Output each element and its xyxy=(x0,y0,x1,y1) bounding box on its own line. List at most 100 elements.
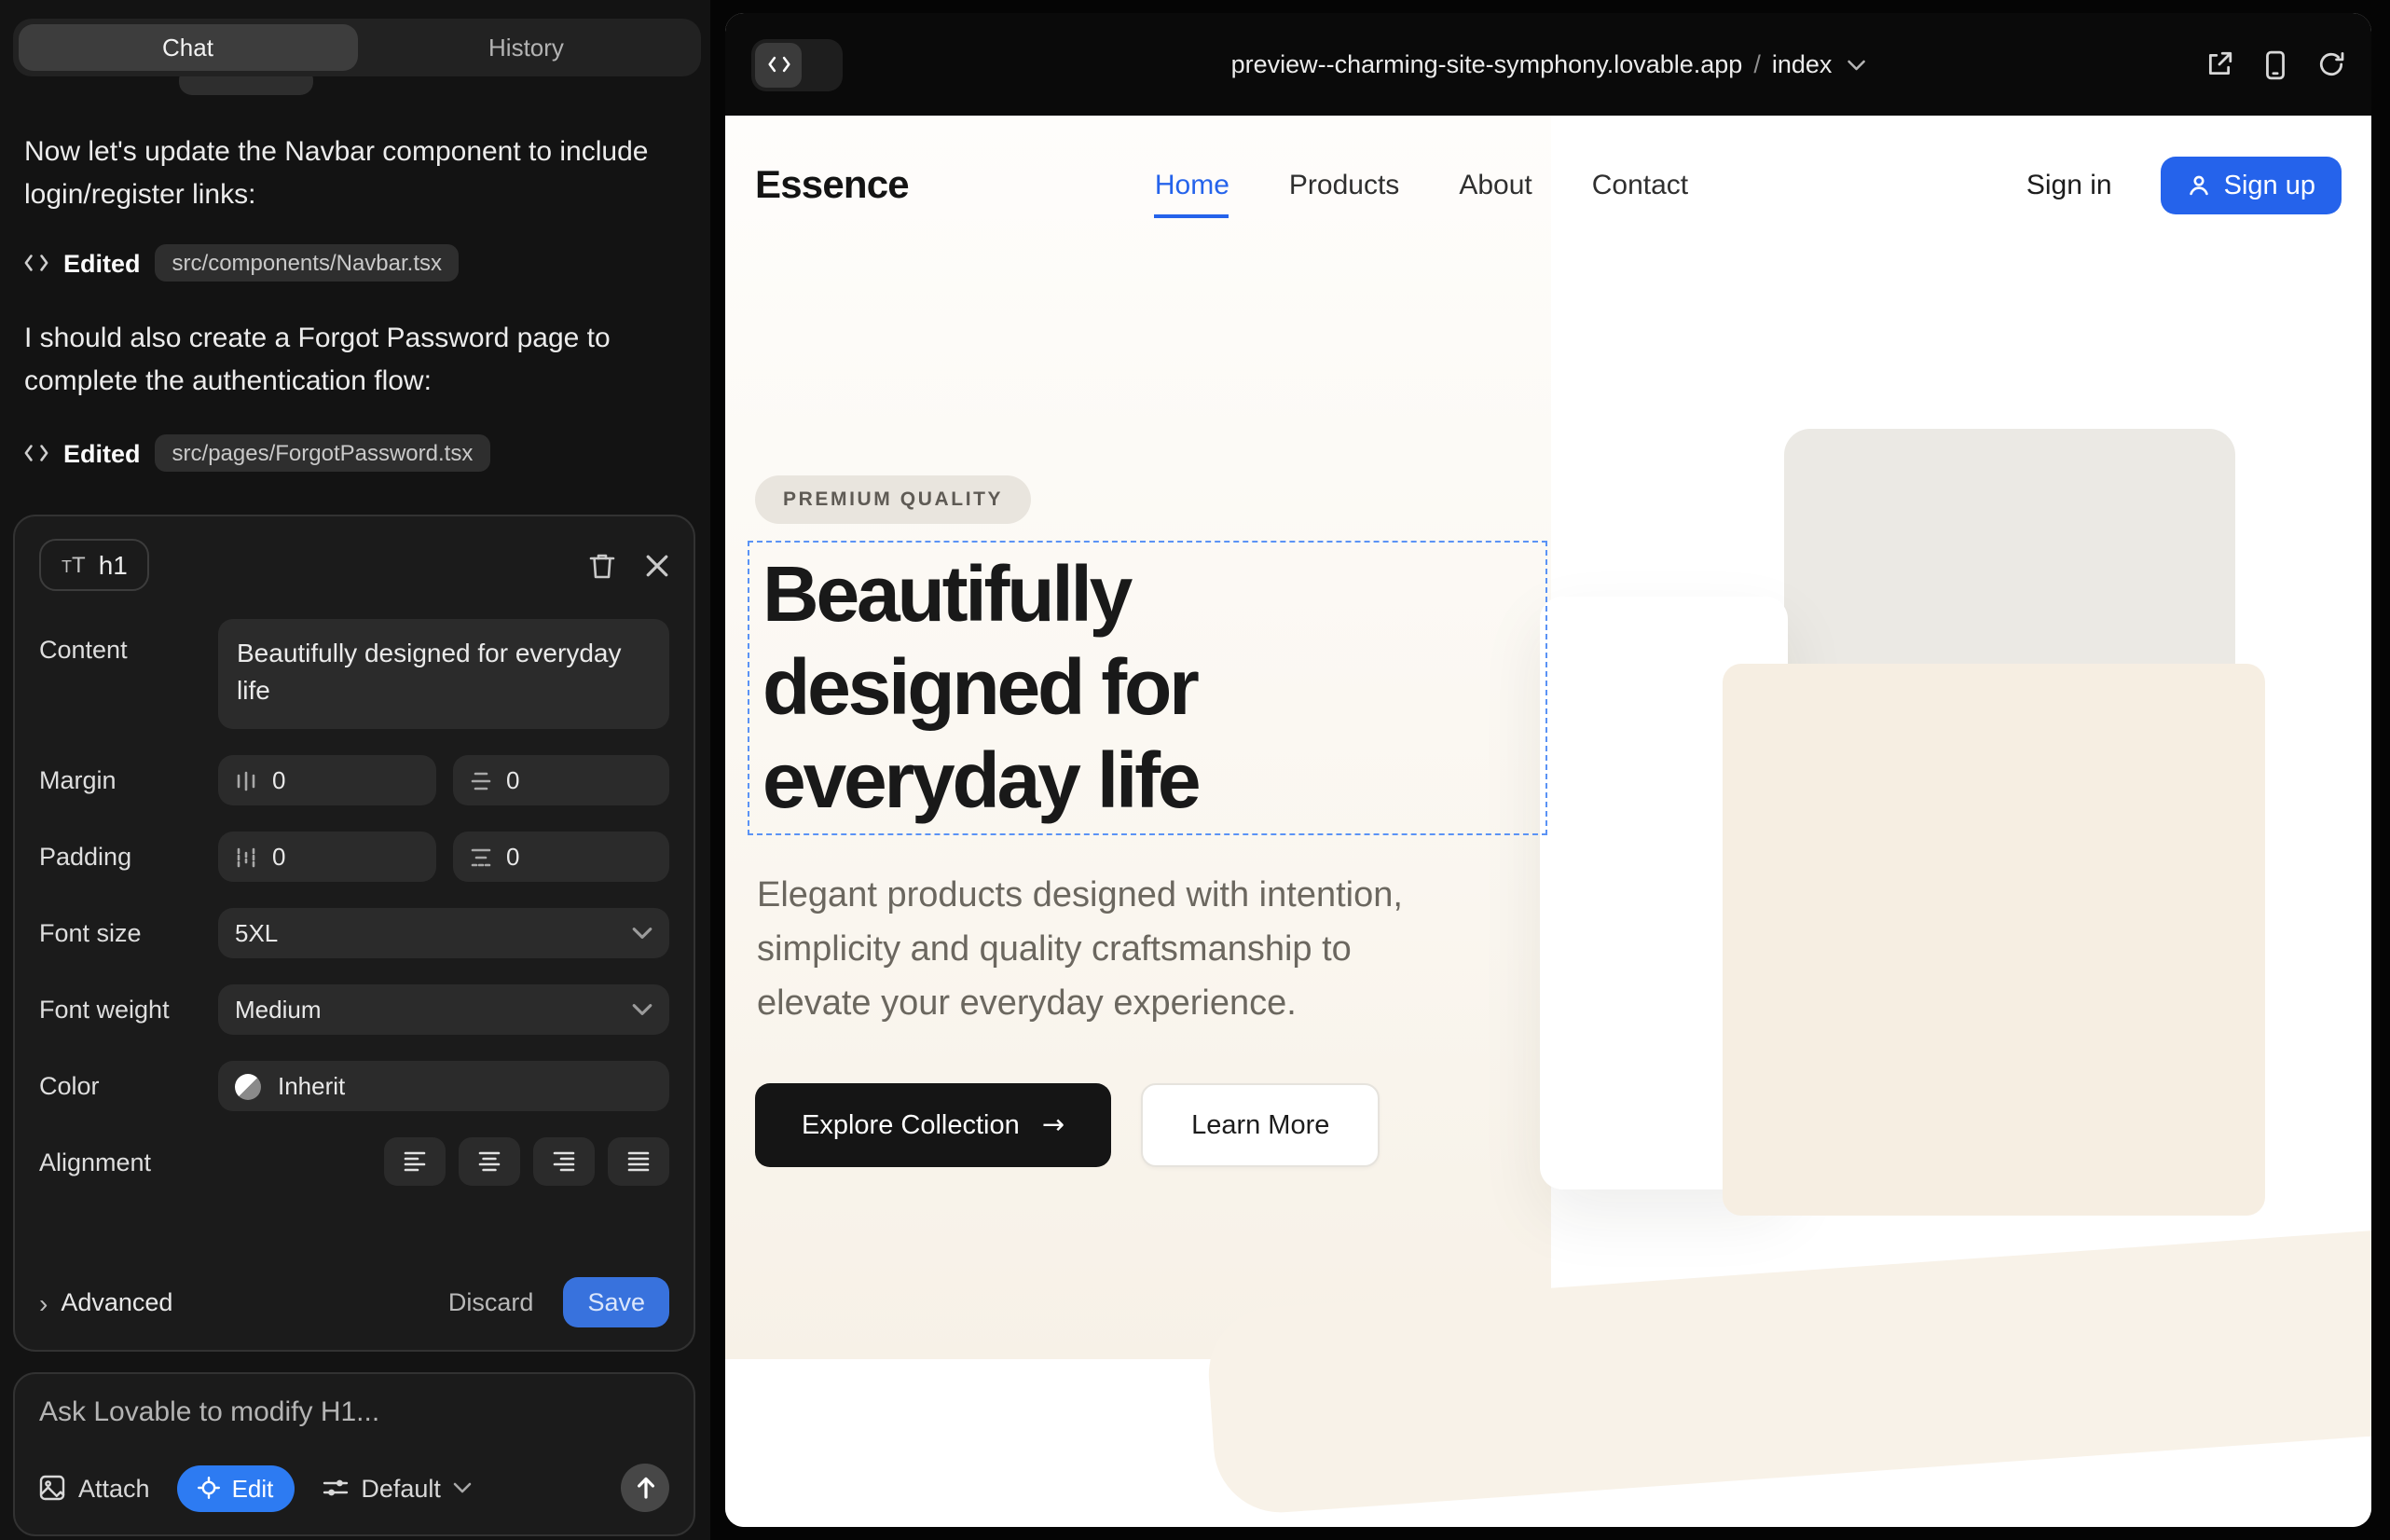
page-name: index xyxy=(1772,50,1833,78)
nav-link-contact[interactable]: Contact xyxy=(1592,170,1688,201)
chevron-down-icon xyxy=(632,1003,652,1016)
margin-y-icon xyxy=(469,769,491,791)
chat-composer: Attach Edit Default xyxy=(13,1372,695,1536)
app: Chat History Now let's update the Navbar… xyxy=(0,0,2390,1540)
element-editor-panel: TT h1 Content Beautifully designed for e… xyxy=(13,515,695,1352)
explore-collection-button[interactable]: Explore Collection → xyxy=(755,1083,1111,1167)
chat-message: I should also create a Forgot Password p… xyxy=(24,317,667,403)
sign-up-button[interactable]: Sign up xyxy=(2161,157,2342,214)
chevron-right-icon: › xyxy=(39,1287,48,1317)
nav-link-products[interactable]: Products xyxy=(1289,170,1399,201)
hero-badge: PREMIUM QUALITY xyxy=(755,475,1031,524)
padding-x-input[interactable]: 0 xyxy=(218,832,435,882)
code-icon xyxy=(755,42,802,87)
hero-cta-group: Explore Collection → Learn More xyxy=(755,1083,1380,1167)
alignment-row: Alignment xyxy=(39,1137,669,1186)
content-input[interactable]: Beautifully designed for everyday life xyxy=(218,619,669,729)
padding-x-icon xyxy=(235,846,257,868)
browser-actions xyxy=(2205,49,2345,79)
font-weight-select[interactable]: Medium xyxy=(218,984,669,1035)
tab-history[interactable]: History xyxy=(357,24,695,71)
margin-label: Margin xyxy=(39,766,218,794)
mobile-view-button[interactable] xyxy=(2265,49,2286,79)
site-nav-links: Home Products About Contact xyxy=(1155,170,1688,201)
file-path-badge[interactable]: src/components/Navbar.tsx xyxy=(156,244,459,282)
selected-h1-element[interactable]: Beautifully designed for everyday life xyxy=(748,541,1547,835)
hero-paragraph: Elegant products designed with intention… xyxy=(757,869,1403,1031)
color-swatch xyxy=(235,1073,261,1099)
send-button[interactable] xyxy=(621,1464,669,1512)
edited-label: Edited xyxy=(63,249,141,277)
file-path-badge[interactable]: src/pages/ForgotPassword.tsx xyxy=(156,434,490,472)
align-center-button[interactable] xyxy=(459,1137,520,1186)
default-mode-button[interactable]: Default xyxy=(322,1474,473,1502)
tab-chat[interactable]: Chat xyxy=(19,24,357,71)
color-select[interactable]: Inherit xyxy=(218,1061,669,1111)
editor-footer: › Advanced Discard Save xyxy=(39,1277,669,1327)
site-preview: Essence Home Products About Contact Sign… xyxy=(725,116,2371,1527)
edited-file-row: Edited src/pages/ForgotPassword.tsx xyxy=(24,433,489,474)
padding-label: Padding xyxy=(39,843,218,871)
content-row: Content Beautifully designed for everyda… xyxy=(39,619,669,729)
sliders-icon xyxy=(322,1477,348,1499)
font-weight-label: Font weight xyxy=(39,996,218,1024)
nav-link-home[interactable]: Home xyxy=(1155,170,1229,201)
chevron-down-icon xyxy=(454,1482,473,1493)
user-icon xyxy=(2187,173,2211,198)
preview-url: preview--charming-site-symphony.lovable.… xyxy=(1231,50,1743,78)
align-left-icon xyxy=(403,1150,427,1173)
chevron-down-icon xyxy=(632,927,652,940)
margin-y-input[interactable]: 0 xyxy=(452,755,669,805)
padding-row: Padding 0 0 xyxy=(39,832,669,882)
align-right-icon xyxy=(552,1150,576,1173)
site-navbar: Essence Home Products About Contact Sign… xyxy=(725,116,2371,255)
chat-history-tabs: Chat History xyxy=(13,19,701,76)
align-justify-icon xyxy=(626,1150,651,1173)
discard-button[interactable]: Discard xyxy=(448,1288,534,1316)
arrow-right-icon: → xyxy=(1042,1110,1065,1140)
align-right-button[interactable] xyxy=(533,1137,595,1186)
code-icon xyxy=(24,254,48,272)
composer-toolbar: Attach Edit Default xyxy=(39,1464,669,1512)
refresh-icon xyxy=(2317,50,2345,78)
padding-y-input[interactable]: 0 xyxy=(452,832,669,882)
hero-heading-line: everyday life xyxy=(762,735,1532,828)
external-link-icon xyxy=(2205,50,2233,78)
attach-button[interactable]: Attach xyxy=(39,1474,150,1502)
advanced-toggle[interactable]: › Advanced xyxy=(39,1287,172,1317)
align-left-button[interactable] xyxy=(384,1137,446,1186)
font-size-select[interactable]: 5XL xyxy=(218,908,669,958)
url-bar[interactable]: preview--charming-site-symphony.lovable.… xyxy=(1231,50,1866,78)
chat-message: Now let's update the Navbar component to… xyxy=(24,131,667,216)
align-center-icon xyxy=(477,1150,501,1173)
path-separator: / xyxy=(1753,50,1761,78)
element-tag: h1 xyxy=(99,550,128,580)
code-icon xyxy=(24,444,48,462)
attach-image-icon xyxy=(39,1475,65,1501)
nav-link-about[interactable]: About xyxy=(1459,170,1532,201)
margin-row: Margin 0 0 xyxy=(39,755,669,805)
margin-x-input[interactable]: 0 xyxy=(218,755,435,805)
alignment-label: Alignment xyxy=(39,1148,218,1176)
site-logo[interactable]: Essence xyxy=(755,163,909,208)
editor-header: TT h1 xyxy=(39,539,669,591)
element-tag-pill: TT h1 xyxy=(39,539,150,591)
close-icon[interactable] xyxy=(645,553,669,577)
content-label: Content xyxy=(39,636,218,664)
color-label: Color xyxy=(39,1072,218,1100)
code-preview-toggle[interactable] xyxy=(751,38,843,90)
edit-mode-button[interactable]: Edit xyxy=(178,1464,295,1511)
learn-more-button[interactable]: Learn More xyxy=(1141,1083,1380,1167)
edit-target-icon xyxy=(199,1477,221,1499)
edited-file-row: Edited src/components/Navbar.tsx xyxy=(24,242,459,283)
mobile-icon xyxy=(2265,49,2286,79)
sign-in-button[interactable]: Sign in xyxy=(2026,170,2112,201)
color-row: Color Inherit xyxy=(39,1061,669,1111)
open-external-button[interactable] xyxy=(2205,50,2233,78)
save-button[interactable]: Save xyxy=(563,1277,669,1327)
trash-icon[interactable] xyxy=(589,551,615,579)
hero-heading-line: designed for xyxy=(762,641,1532,735)
refresh-button[interactable] xyxy=(2317,50,2345,78)
align-justify-button[interactable] xyxy=(608,1137,669,1186)
composer-input[interactable] xyxy=(39,1396,669,1428)
